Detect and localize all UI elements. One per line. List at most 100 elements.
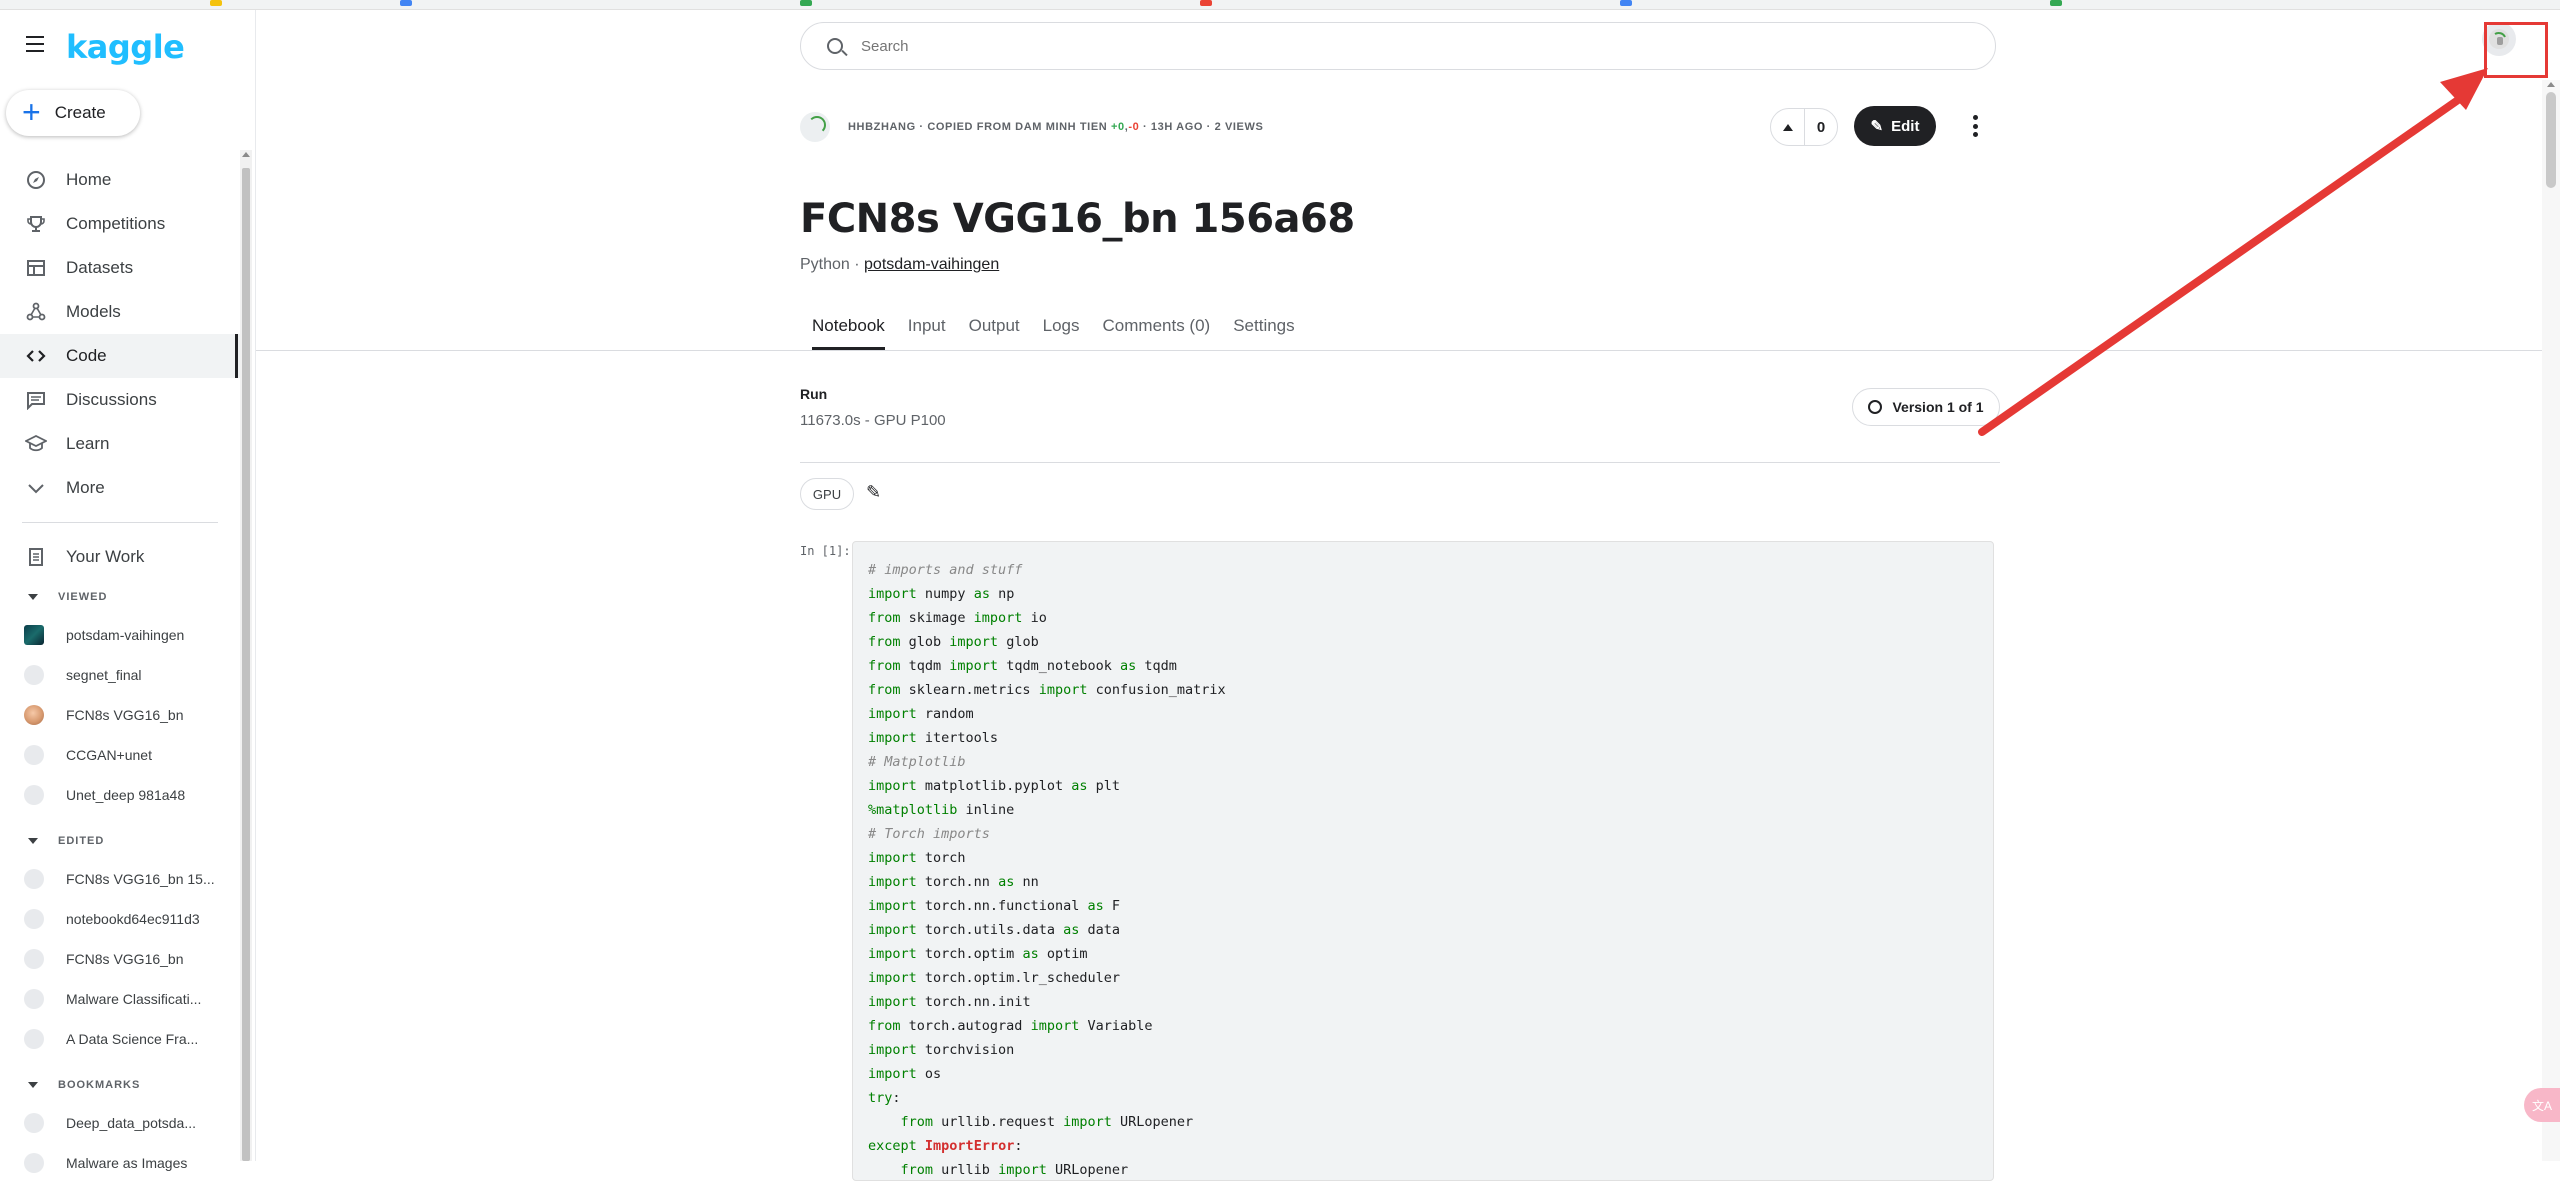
user-avatar (24, 1113, 44, 1133)
bookmark-item[interactable]: Malware as Images (0, 1143, 240, 1183)
pencil-icon[interactable]: ✎ (866, 482, 881, 503)
bookmark-icon[interactable] (1200, 0, 1212, 6)
viewed-item[interactable]: potsdam-vaihingen (0, 615, 240, 655)
sidebar-scrollbar[interactable] (240, 150, 252, 1161)
code-line: from skimage import io (868, 610, 1047, 626)
bookmarks-bar (0, 0, 2560, 10)
edited-item-label: notebookd64ec911d3 (66, 911, 200, 927)
code-cell[interactable]: # imports and stuff import numpy as np fro… (852, 541, 1994, 1181)
edited-item[interactable]: notebookd64ec911d3 (0, 899, 240, 939)
viewed-item-label: CCGAN+unet (66, 747, 152, 763)
sidebar-item-discussions[interactable]: Discussions (0, 378, 240, 422)
translate-icon[interactable]: 文A (2524, 1088, 2560, 1122)
code-line: from urllib.request import URLopener (900, 1114, 1194, 1130)
version-button[interactable]: Version 1 of 1 (1852, 388, 2000, 426)
bookmarks-section-toggle[interactable]: BOOKMARKS (0, 1067, 240, 1103)
search-input[interactable] (861, 37, 1861, 55)
run-divider (800, 462, 2000, 463)
bookmarks-header: BOOKMARKS (58, 1079, 141, 1091)
viewed-item[interactable]: Unet_deep 981a48 (0, 775, 240, 815)
your-work-icon (24, 545, 48, 569)
kaggle-logo[interactable]: kaggle (66, 28, 185, 66)
meta-text: HHBZHANG · COPIED FROM DAM MINH TIEN +0,… (848, 121, 1263, 133)
author-avatar[interactable] (800, 112, 830, 142)
bookmark-icon[interactable] (800, 0, 812, 6)
sidebar-item-models[interactable]: Models (0, 290, 240, 334)
sidebar-item-home[interactable]: Home (0, 158, 240, 202)
search-icon (827, 38, 843, 54)
scroll-up-arrow-icon[interactable] (2547, 82, 2555, 87)
plus-icon: + (22, 93, 41, 130)
sidebar-item-label: Home (66, 170, 112, 189)
user-avatar (24, 989, 44, 1009)
dataset-link[interactable]: potsdam-vaihingen (864, 256, 999, 273)
code-line: from torch.autograd import Variable (868, 1018, 1153, 1034)
tab-logs[interactable]: Logs (1043, 310, 1080, 350)
edit-button[interactable]: ✎ Edit (1854, 106, 1936, 146)
edited-item-label: Malware Classificati... (66, 991, 202, 1007)
viewed-item[interactable]: CCGAN+unet (0, 735, 240, 775)
sidebar-item-datasets[interactable]: Datasets (0, 246, 240, 290)
annotation-arrow-shaft (1978, 89, 2472, 436)
upvote-arrow-icon[interactable] (1771, 109, 1805, 145)
bookmark-icon[interactable] (1620, 0, 1632, 6)
create-button[interactable]: + Create (6, 90, 140, 136)
search-bar[interactable] (800, 22, 1996, 70)
code-line: import random (868, 706, 974, 722)
sidebar-item-competitions[interactable]: Competitions (0, 202, 240, 246)
edited-item[interactable]: A Data Science Fra... (0, 1019, 240, 1059)
more-options-icon[interactable] (1968, 112, 1982, 140)
tab-input[interactable]: Input (908, 310, 946, 350)
user-avatar (24, 745, 44, 765)
viewed-item[interactable]: segnet_final (0, 655, 240, 695)
tab-comments[interactable]: Comments (0) (1103, 310, 1211, 350)
meta-author[interactable]: HHBZHANG · COPIED FROM DAM MINH TIEN (848, 121, 1111, 133)
compass-icon (24, 168, 48, 192)
viewed-section-toggle[interactable]: VIEWED (0, 579, 240, 615)
edited-section-toggle[interactable]: EDITED (0, 823, 240, 859)
bookmark-item[interactable]: Deep_data_potsda... (0, 1103, 240, 1143)
user-avatar (24, 705, 44, 725)
learn-icon (24, 432, 48, 456)
sidebar-item-learn[interactable]: Learn (0, 422, 240, 466)
sidebar-item-your-work[interactable]: Your Work (0, 535, 240, 579)
edited-item-label: FCN8s VGG16_bn 15... (66, 871, 215, 887)
bookmark-icon[interactable] (400, 0, 412, 6)
chevron-down-icon (24, 476, 48, 500)
sidebar-item-label: Your Work (66, 547, 145, 566)
code-line: import torch.nn as nn (868, 874, 1039, 890)
code-line: import os (868, 1066, 942, 1082)
edited-item[interactable]: FCN8s VGG16_bn (0, 939, 240, 979)
bookmark-folder-icon[interactable] (210, 0, 222, 6)
caret-down-icon (28, 594, 38, 600)
tab-settings[interactable]: Settings (1233, 310, 1294, 350)
tabs-divider (256, 350, 2550, 351)
notebook-tabs: Notebook Input Output Logs Comments (0) … (800, 310, 1318, 350)
viewed-item[interactable]: FCN8s VGG16_bn (0, 695, 240, 735)
edited-item[interactable]: Malware Classificati... (0, 979, 240, 1019)
menu-icon[interactable] (26, 36, 46, 52)
scroll-up-arrow-icon[interactable] (242, 152, 250, 157)
discussions-icon (24, 388, 48, 412)
history-icon (1868, 400, 1883, 414)
bookmark-icon[interactable] (2050, 0, 2062, 6)
sidebar-item-more[interactable]: More (0, 466, 240, 510)
edited-item[interactable]: FCN8s VGG16_bn 15... (0, 859, 240, 899)
sidebar-scroll-thumb[interactable] (242, 168, 250, 1161)
sidebar-item-label: Competitions (66, 214, 166, 233)
code-line: # imports and stuff (868, 562, 1023, 578)
sidebar-item-code[interactable]: Code (0, 334, 240, 378)
main-scrollbar[interactable] (2542, 80, 2560, 1161)
sidebar-item-label: Datasets (66, 258, 134, 277)
sidebar-divider (22, 522, 218, 523)
sidebar-item-label: Discussions (66, 390, 157, 409)
sidebar-item-label: Models (66, 302, 121, 321)
code-line: # Torch imports (868, 826, 990, 842)
accelerator-chip[interactable]: GPU (800, 478, 854, 510)
main-scroll-thumb[interactable] (2546, 92, 2556, 188)
upvote-button[interactable]: 0 (1770, 108, 1838, 146)
tab-output[interactable]: Output (969, 310, 1020, 350)
sidebar-item-label: Learn (66, 434, 110, 453)
tab-notebook[interactable]: Notebook (800, 310, 885, 350)
code-line: from glob import glob (868, 634, 1039, 650)
